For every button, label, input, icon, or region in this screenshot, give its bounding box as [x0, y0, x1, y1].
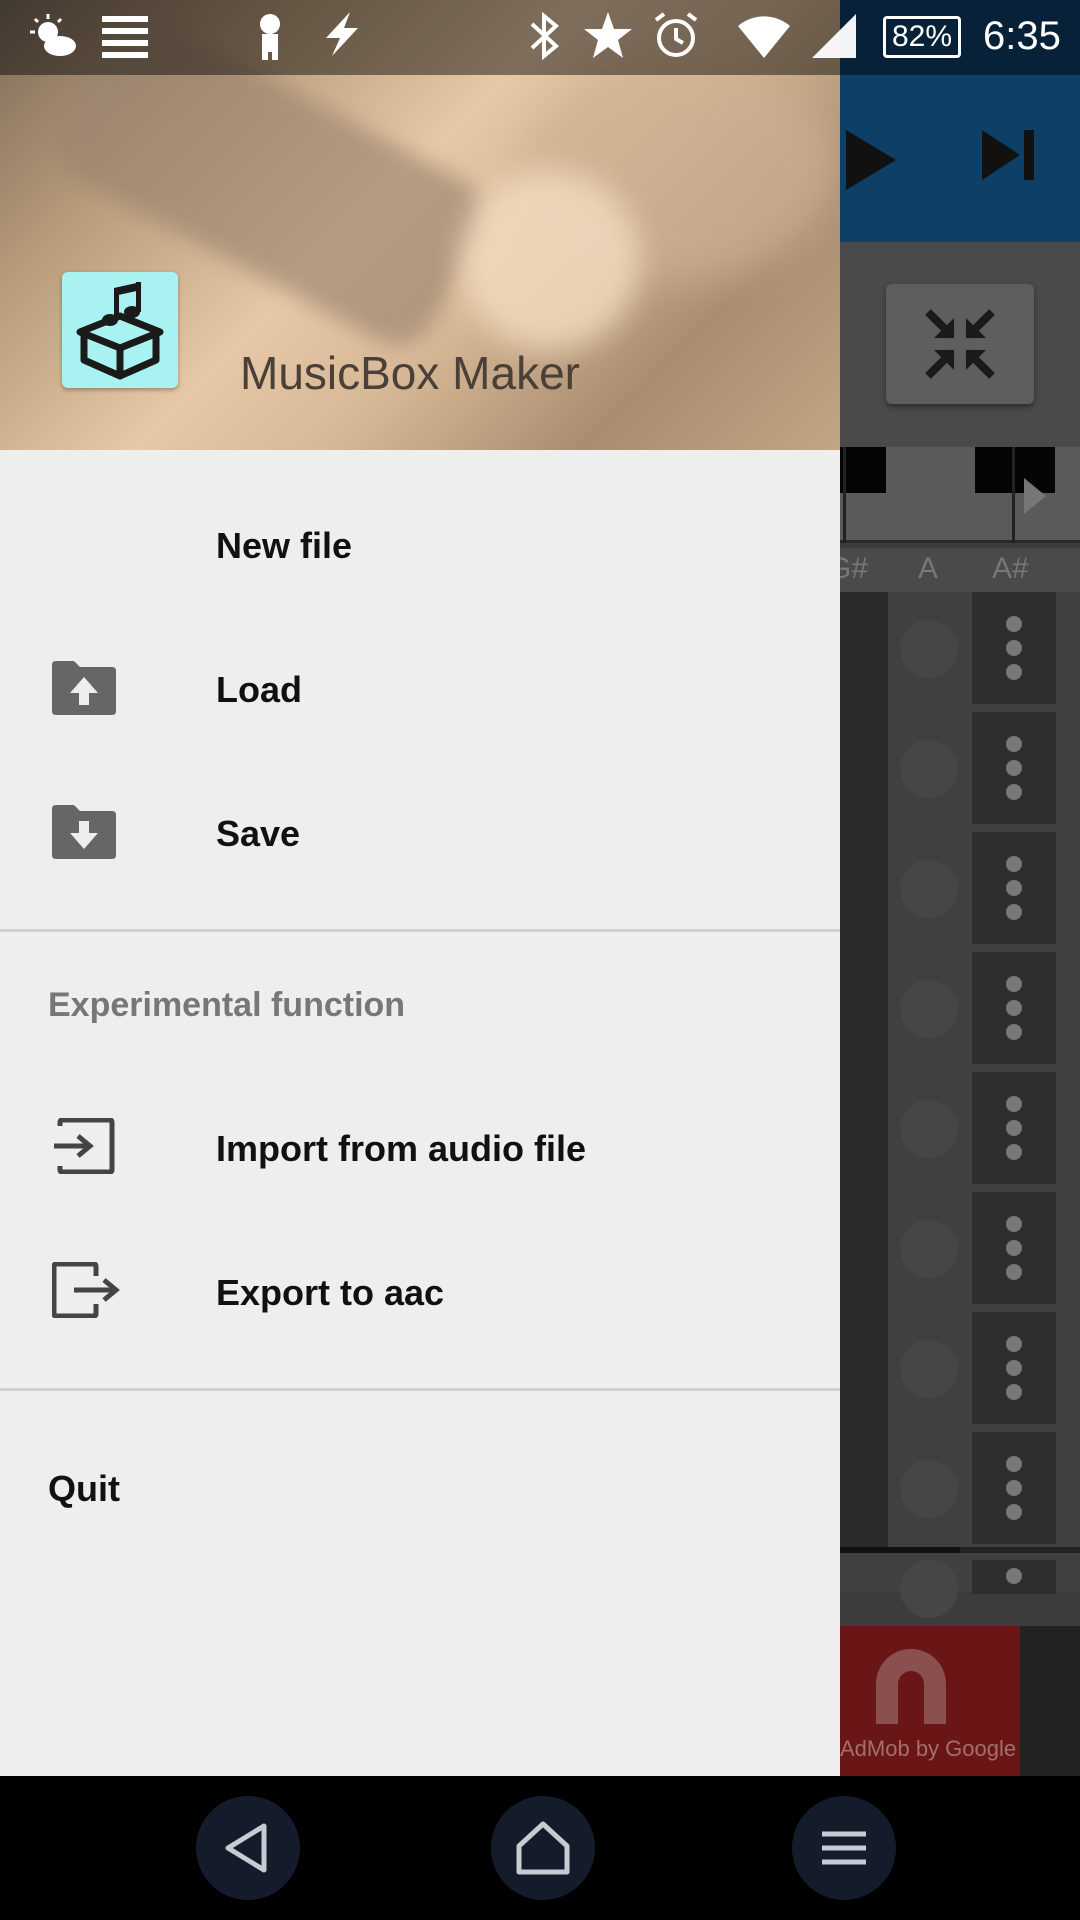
import-icon — [52, 1117, 116, 1182]
header-background — [460, 170, 640, 350]
key-separator — [843, 447, 846, 543]
note-label: A — [918, 552, 939, 585]
divider — [0, 1388, 840, 1391]
folder-download-icon — [52, 803, 116, 867]
key-separator — [1012, 447, 1015, 543]
weather-icon — [28, 12, 78, 71]
system-nav-bar — [0, 1776, 1080, 1920]
row-menu-icon[interactable] — [972, 1432, 1056, 1544]
row-menu-icon[interactable] — [972, 1192, 1056, 1304]
ad-text: AdMob by Google — [840, 1736, 1017, 1761]
menu-icon — [822, 1831, 866, 1865]
battery-indicator: 82% — [883, 16, 961, 58]
note-cell[interactable] — [900, 1220, 958, 1278]
status-bar: 82% 6:35 — [0, 0, 1080, 75]
menu-item-label: Export to aac — [216, 1272, 445, 1313]
note-label: A# — [992, 552, 1029, 585]
star-icon — [584, 12, 632, 69]
section-title: Experimental function — [48, 986, 406, 1024]
music-box-icon — [62, 272, 178, 388]
folder-upload-icon — [52, 659, 116, 723]
back-icon — [225, 1823, 267, 1873]
scrollbar-thumb[interactable] — [840, 1547, 960, 1553]
row-menu-icon[interactable] — [972, 1312, 1056, 1424]
note-cell[interactable] — [900, 740, 958, 798]
piano-marker-icon — [1024, 478, 1046, 514]
piano-black-key[interactable] — [840, 447, 886, 493]
row-menu-icon[interactable] — [972, 712, 1056, 824]
home-icon — [516, 1821, 570, 1875]
menu-item-label: Import from audio file — [216, 1128, 587, 1169]
note-cell[interactable] — [900, 980, 958, 1038]
note-cell[interactable] — [900, 1560, 958, 1618]
admob-logo-icon — [876, 1649, 946, 1724]
menu-item-import-audio[interactable]: Import from audio file — [0, 1080, 840, 1220]
menu-item-label: Load — [216, 669, 302, 710]
home-button[interactable] — [491, 1796, 595, 1900]
divider — [0, 929, 840, 932]
menu-button[interactable] — [792, 1796, 896, 1900]
menu-item-label: Save — [216, 813, 301, 854]
menu-item-new-file[interactable]: New file — [0, 477, 840, 617]
collapse-button[interactable] — [886, 284, 1034, 404]
note-cell[interactable] — [900, 1100, 958, 1158]
menu-item-load[interactable]: Load — [0, 621, 840, 761]
play-icon[interactable] — [846, 130, 896, 200]
row-menu-icon[interactable] — [972, 592, 1056, 704]
collapse-icon — [925, 309, 995, 379]
bluetooth-icon — [528, 11, 562, 71]
horizontal-scrollbar[interactable] — [840, 1547, 1080, 1553]
alarm-icon — [652, 12, 700, 71]
app-name: MusicBox Maker — [240, 347, 580, 399]
note-cell[interactable] — [900, 860, 958, 918]
menu-item-label: New file — [216, 525, 353, 566]
row-menu-icon[interactable] — [972, 1560, 1056, 1594]
clock: 6:35 — [983, 14, 1061, 58]
note-cell[interactable] — [900, 620, 958, 678]
skip-next-icon[interactable] — [982, 130, 1034, 190]
character-icon — [252, 12, 288, 73]
quit-button[interactable]: Quit — [48, 1468, 120, 1510]
note-cell[interactable] — [900, 1340, 958, 1398]
wifi-icon — [736, 12, 792, 71]
row-menu-icon[interactable] — [972, 832, 1056, 944]
signal-icon — [810, 12, 858, 71]
menu-item-export-aac[interactable]: Export to aac — [0, 1224, 840, 1364]
back-button[interactable] — [196, 1796, 300, 1900]
row-menu-icon[interactable] — [972, 952, 1056, 1064]
export-icon — [51, 1261, 120, 1326]
flash-icon — [320, 12, 364, 67]
menu-item-save[interactable]: Save — [0, 765, 840, 905]
row-menu-icon[interactable] — [972, 1072, 1056, 1184]
navigation-drawer: MusicBox Maker New file Load Save Experi… — [0, 0, 840, 1776]
ad-side-panel — [1020, 1626, 1080, 1776]
notification-list-icon — [100, 12, 150, 71]
note-cell[interactable] — [900, 1460, 958, 1518]
